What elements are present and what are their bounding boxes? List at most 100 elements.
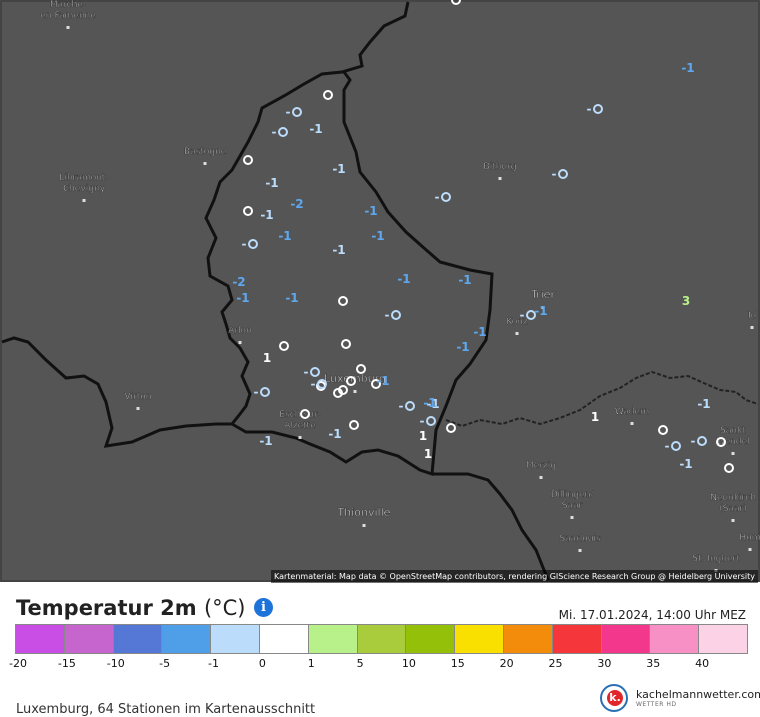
svg-text:1: 1 <box>424 447 432 461</box>
station-temperature[interactable]: -1 <box>456 340 469 354</box>
color-scale-segment <box>16 625 65 653</box>
svg-text:Trier: Trier <box>530 288 555 301</box>
color-scale-tick: 1 <box>307 657 315 670</box>
svg-text:en-Famenne: en-Famenne <box>40 11 96 21</box>
svg-text:-1: -1 <box>681 61 694 75</box>
color-scale-segment <box>406 625 456 653</box>
station-temperature[interactable]: -1 <box>278 229 291 243</box>
svg-text:-1: -1 <box>534 304 547 318</box>
station-temperature[interactable]: -2 <box>290 197 303 211</box>
legend-title: Temperatur 2m (°C) <box>16 596 246 620</box>
svg-text:-: - <box>399 399 404 413</box>
color-scale-segment <box>64 625 114 653</box>
weather-map[interactable]: Marche-en-Famenne Bastogne Libramont- Chevi… <box>0 0 760 583</box>
station-temperature[interactable]: -1 <box>236 291 249 305</box>
svg-text:-: - <box>552 167 557 181</box>
svg-text:-: - <box>691 434 696 448</box>
station-temperature[interactable]: -1 <box>679 457 692 471</box>
color-scale-segment <box>455 625 504 653</box>
station-temperature[interactable]: -1 <box>473 325 486 339</box>
color-scale-segment <box>650 625 700 653</box>
station-temperature[interactable]: -1 <box>397 272 410 286</box>
svg-text:-1: -1 <box>371 229 384 243</box>
svg-text:-1: -1 <box>423 396 436 410</box>
svg-text:-2: -2 <box>232 275 245 289</box>
svg-text:1: 1 <box>591 410 599 424</box>
color-scale-tick: 20 <box>499 657 514 670</box>
svg-text:-1: -1 <box>278 229 291 243</box>
svg-text:Thionville: Thionville <box>337 506 391 519</box>
color-scale-segment <box>357 625 407 653</box>
svg-text:-1: -1 <box>328 427 341 441</box>
svg-text:-: - <box>286 105 291 119</box>
station-temperature[interactable]: -1 <box>423 396 436 410</box>
station-temperature[interactable]: -1 <box>371 229 384 243</box>
svg-text:-1: -1 <box>259 434 272 448</box>
station-temperature[interactable]: -1 <box>681 61 694 75</box>
color-scale-tick: -1 <box>207 657 219 670</box>
station-temperature[interactable]: 3 <box>682 294 690 308</box>
station-temperature[interactable]: -1 <box>285 291 298 305</box>
legend-title-text: Temperatur 2m <box>16 596 197 620</box>
brand-sub: WETTER HD <box>636 701 677 708</box>
svg-text:-1: -1 <box>309 122 322 136</box>
color-scale-tick: -20 <box>9 657 27 670</box>
station-temperature[interactable]: -1 <box>376 374 389 388</box>
svg-text:-1: -1 <box>332 162 345 176</box>
svg-text:3: 3 <box>682 294 690 308</box>
station-temperature[interactable]: -1 <box>534 304 547 318</box>
info-icon[interactable]: i <box>254 598 273 617</box>
svg-text:-1: -1 <box>473 325 486 339</box>
station-temperature[interactable]: -1 <box>309 122 322 136</box>
svg-text:Id: Id <box>748 311 756 321</box>
svg-text:-: - <box>242 237 247 251</box>
color-scale-tick: 10 <box>401 657 416 670</box>
station-temperature[interactable]: -1 <box>332 243 345 257</box>
station-temperature[interactable]: -1 <box>697 397 710 411</box>
color-scale-tick: 30 <box>597 657 612 670</box>
station-temperature[interactable]: -1 <box>260 208 273 222</box>
svg-text:-1: -1 <box>332 243 345 257</box>
svg-text:Virton: Virton <box>125 392 152 402</box>
color-scale <box>15 624 748 654</box>
station-temperature[interactable]: -1 <box>265 176 278 190</box>
station-temperature[interactable]: 1 <box>419 429 427 443</box>
station-temperature[interactable]: -1 <box>332 162 345 176</box>
station-temperature[interactable]: -2 <box>232 275 245 289</box>
svg-text:-1: -1 <box>679 457 692 471</box>
color-scale-segment <box>113 625 163 653</box>
svg-text:Saar: Saar <box>562 501 583 511</box>
map-canvas: Marche-en-Famenne Bastogne Libramont-Chevi… <box>0 0 760 582</box>
svg-text:-: - <box>304 365 309 379</box>
station-count-text: Luxemburg, 64 Stationen im Kartenausschn… <box>16 702 316 717</box>
color-scale-tick: 35 <box>646 657 661 670</box>
station-temperature[interactable]: 1 <box>591 410 599 424</box>
svg-text:-2: -2 <box>290 197 303 211</box>
svg-text:1: 1 <box>419 429 427 443</box>
svg-text:Marche-: Marche- <box>50 0 86 10</box>
brand-name: kachelmannwetter.com <box>636 688 760 701</box>
color-scale-tick: 5 <box>356 657 364 670</box>
svg-text:St. Ingbert: St. Ingbert <box>692 554 740 564</box>
svg-text:Bastogne: Bastogne <box>184 147 227 157</box>
station-temperature[interactable]: 1 <box>263 351 271 365</box>
station-temperature[interactable]: -1 <box>328 427 341 441</box>
station-temperature[interactable]: 1 <box>424 447 432 461</box>
svg-text:-: - <box>520 308 525 322</box>
brand-logo[interactable]: k. kachelmannwetter.com WETTER HD <box>600 684 760 712</box>
svg-text:Dillingen/: Dillingen/ <box>551 490 595 500</box>
brand-mark-icon: k. <box>600 684 628 712</box>
station-temperature[interactable]: -1 <box>364 204 377 218</box>
station-temperature[interactable]: -1 <box>259 434 272 448</box>
svg-text:-: - <box>311 377 316 391</box>
datetime-label: Mi. 17.01.2024, 14:00 Uhr MEZ <box>558 608 746 622</box>
svg-text:Hom: Hom <box>739 533 760 543</box>
map-attribution: Kartenmaterial: Map data © OpenStreetMap… <box>270 570 758 583</box>
svg-text:-: - <box>272 125 277 139</box>
svg-text:-1: -1 <box>364 204 377 218</box>
station-temperature[interactable]: -1 <box>458 273 471 287</box>
color-scale-segment <box>211 625 260 653</box>
svg-text:-: - <box>385 308 390 322</box>
svg-text:Esch-sur-: Esch-sur- <box>279 410 320 420</box>
color-scale-tick: 15 <box>450 657 465 670</box>
